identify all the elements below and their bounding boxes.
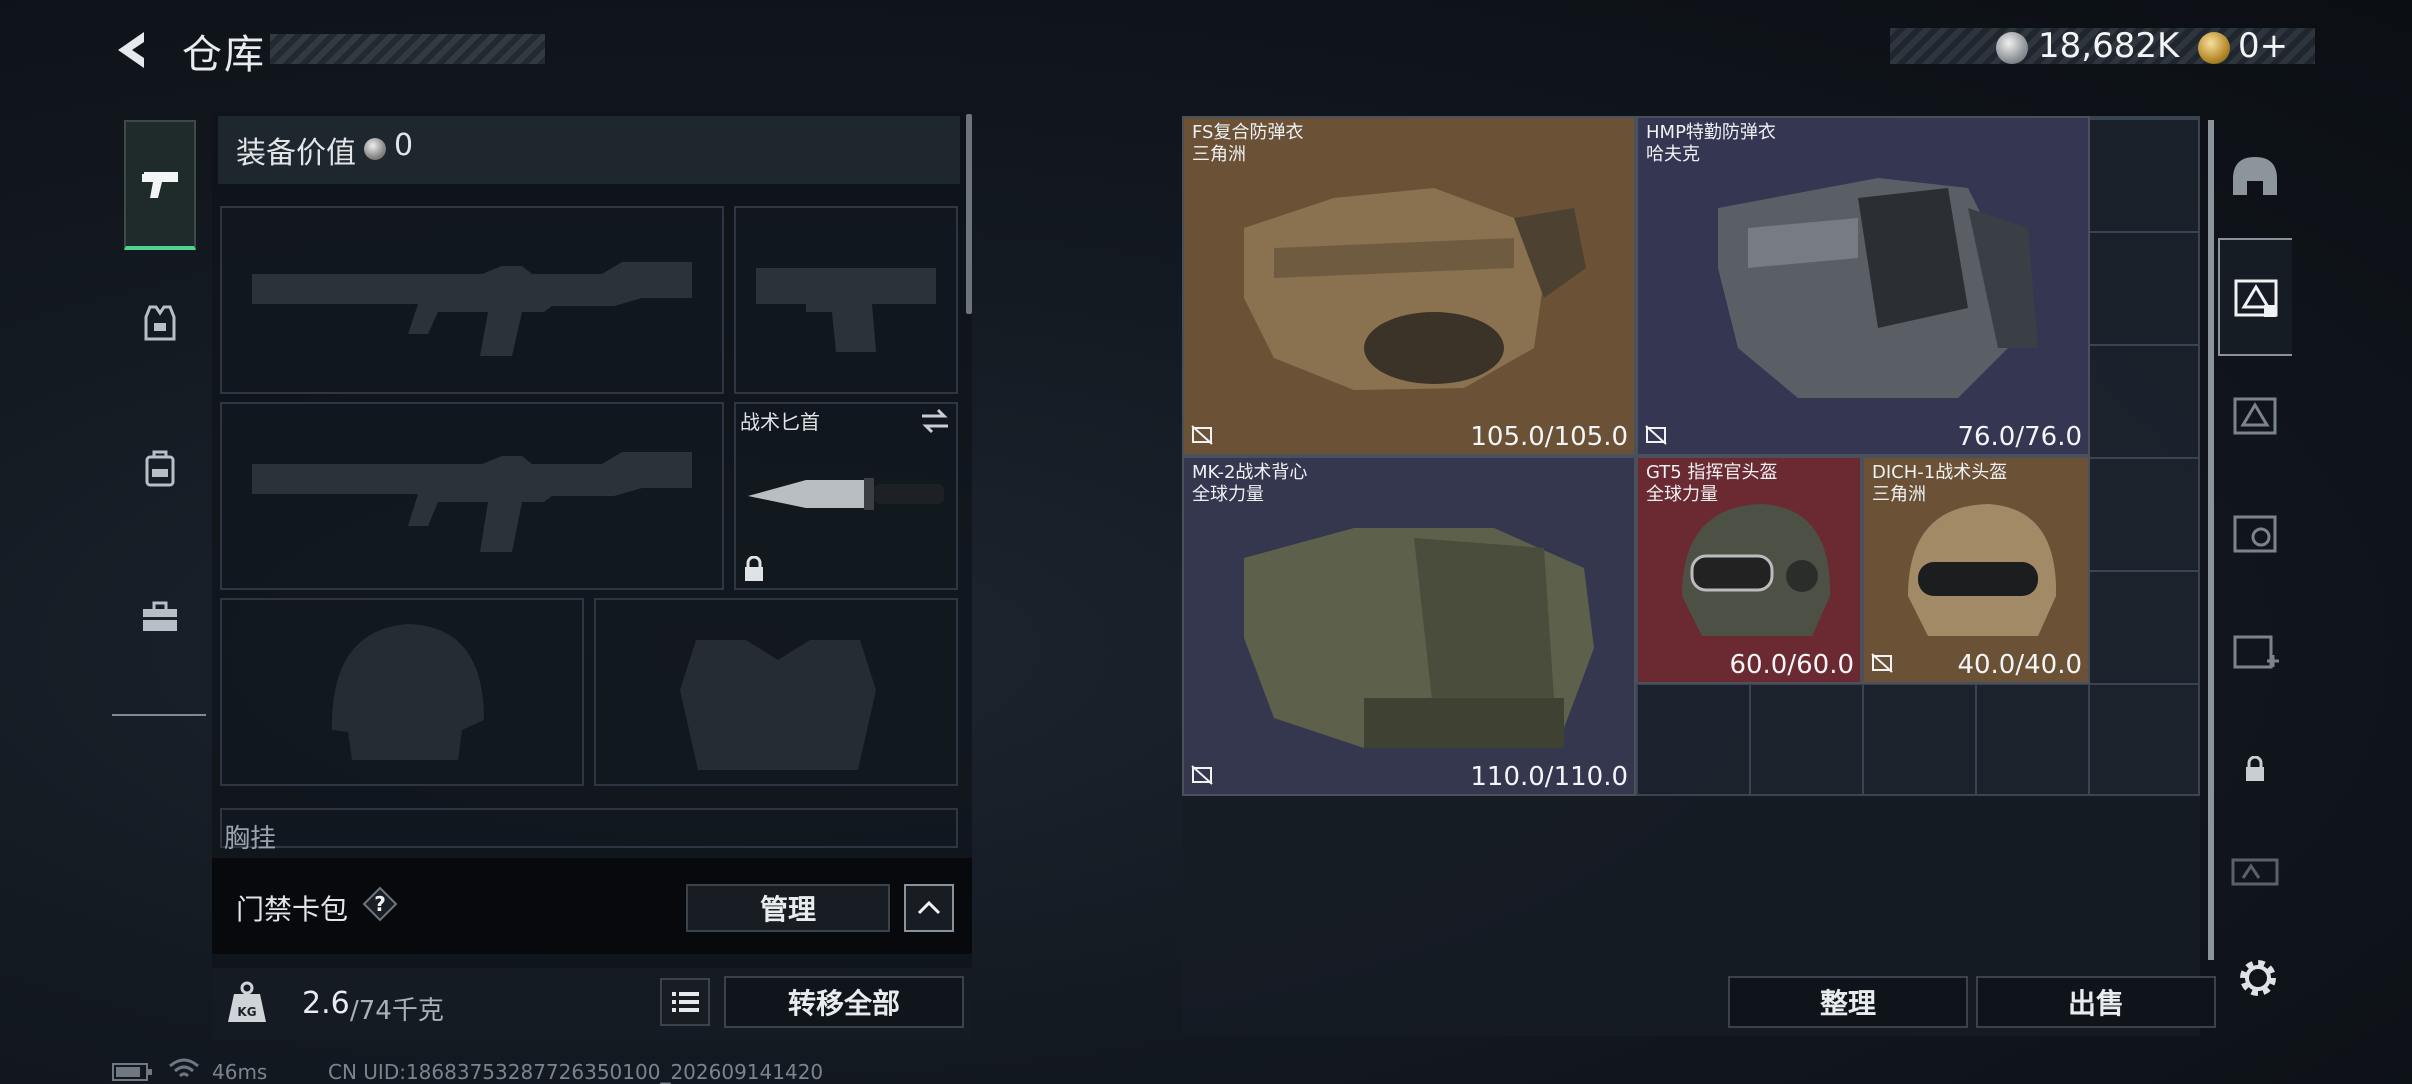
tab-stash-page-1[interactable] bbox=[2218, 238, 2292, 356]
lock-icon bbox=[2246, 756, 2264, 781]
title-decoration bbox=[270, 34, 545, 64]
tab-extension[interactable] bbox=[2218, 832, 2292, 912]
stash-item-hmp-vest[interactable]: HMP特勤防弹衣 哈夫克 76.0/76.0 bbox=[1636, 116, 2090, 456]
pistol-icon bbox=[142, 172, 178, 198]
no-insurance-icon bbox=[1871, 653, 1893, 673]
toolbox-icon bbox=[143, 601, 177, 631]
helmet-icon bbox=[2233, 157, 2277, 195]
tab-stash-page-2[interactable] bbox=[2218, 356, 2292, 474]
rifle-silhouette-icon bbox=[252, 262, 692, 356]
primary-weapon-slot-1[interactable] bbox=[220, 206, 724, 394]
transfer-all-button[interactable]: 转移全部 bbox=[724, 976, 964, 1028]
helmet-silhouette-icon bbox=[331, 624, 484, 760]
category-nav bbox=[112, 108, 206, 716]
weight-kg-icon: KG bbox=[228, 981, 266, 1022]
dich1-helmet-image bbox=[1908, 504, 2057, 636]
silver-coin-icon bbox=[364, 138, 386, 160]
lock-icon bbox=[745, 556, 763, 581]
silver-coin-icon bbox=[1996, 32, 2028, 64]
body-armor-slot[interactable] bbox=[594, 598, 958, 786]
item-durability: 40.0/40.0 bbox=[1957, 650, 2082, 680]
user-uid: CN UID:18683753287726350100_202609141420 bbox=[328, 1060, 824, 1084]
keycard-holder-label: 门禁卡包 bbox=[236, 893, 349, 926]
stash-item-mk2-vest[interactable]: MK-2战术背心 全球力量 110.0/110.0 bbox=[1182, 456, 1636, 796]
chest-rig-label: 胸挂 bbox=[224, 824, 277, 854]
expand-button[interactable] bbox=[904, 884, 954, 932]
extension-icon bbox=[2231, 858, 2279, 886]
equipment-value-label: 装备价值 bbox=[236, 136, 356, 171]
swap-icon[interactable] bbox=[920, 408, 950, 434]
item-name: DICH-1战术头盔 三角洲 bbox=[1872, 462, 2008, 505]
stash-scrollbar[interactable] bbox=[2208, 120, 2214, 960]
gt5-helmet-image bbox=[1682, 504, 1831, 636]
nav-backpack[interactable] bbox=[124, 404, 196, 534]
battery-icon bbox=[112, 1063, 152, 1081]
no-insurance-icon bbox=[1191, 425, 1213, 445]
weight-current: 2.6 bbox=[302, 986, 350, 1021]
no-insurance-icon bbox=[1191, 765, 1213, 785]
back-arrow-icon[interactable] bbox=[112, 28, 156, 72]
nav-armor[interactable] bbox=[124, 258, 196, 388]
help-icon[interactable]: ? bbox=[362, 886, 398, 922]
stash-page-2-icon bbox=[2233, 397, 2277, 435]
list-view-button[interactable] bbox=[660, 978, 710, 1026]
silver-currency-amount: 18,682K bbox=[2038, 26, 2180, 66]
no-insurance-icon bbox=[1645, 425, 1667, 445]
tab-helmet[interactable] bbox=[2218, 116, 2292, 234]
hmp-vest-image bbox=[1718, 178, 2038, 398]
equipment-value-amount: 0 bbox=[394, 128, 414, 163]
item-durability: 76.0/76.0 bbox=[1957, 422, 2082, 452]
helmet-slot[interactable] bbox=[220, 598, 584, 786]
manage-button[interactable]: 管理 bbox=[686, 884, 890, 932]
weight-kg-label: KG bbox=[237, 1005, 256, 1019]
knife-label: 战术匕首 bbox=[740, 410, 820, 434]
stash-page-4-icon bbox=[2233, 515, 2277, 553]
tidy-button[interactable]: 整理 bbox=[1728, 976, 1968, 1028]
mk2-vest-image bbox=[1244, 528, 1594, 748]
item-durability: 60.0/60.0 bbox=[1729, 650, 1854, 680]
stash-item-fs-vest[interactable]: FS复合防弹衣 三角洲 105.0/105.0 bbox=[1182, 116, 1636, 456]
item-name: HMP特勤防弹衣 哈夫克 bbox=[1646, 122, 1776, 165]
nav-toolkit[interactable] bbox=[124, 552, 196, 682]
list-icon bbox=[672, 992, 699, 1012]
gold-currency-amount[interactable]: 0+ bbox=[2238, 26, 2288, 66]
chevron-up-icon bbox=[917, 900, 941, 915]
stash-page-3-icon bbox=[2233, 635, 2279, 669]
tab-locked[interactable] bbox=[2218, 710, 2292, 828]
wifi-icon bbox=[169, 1058, 199, 1078]
primary-weapon-slot-2[interactable] bbox=[220, 402, 724, 590]
pistol-slot[interactable] bbox=[734, 206, 958, 394]
stash-page-1-icon bbox=[2234, 279, 2278, 317]
stash-page-tabs bbox=[2218, 116, 2292, 886]
item-durability: 110.0/110.0 bbox=[1470, 762, 1628, 792]
help-glyph: ? bbox=[374, 892, 386, 916]
ping-indicator: 46ms bbox=[212, 1060, 268, 1084]
item-name: FS复合防弹衣 三角洲 bbox=[1192, 122, 1304, 165]
item-name: GT5 指挥官头盔 全球力量 bbox=[1646, 462, 1778, 505]
chest-rig-slot[interactable] bbox=[220, 808, 958, 848]
tab-stash-page-4[interactable] bbox=[2218, 474, 2292, 592]
backpack-icon bbox=[145, 450, 175, 487]
stash-item-dich1-helmet[interactable]: DICH-1战术头盔 三角洲 40.0/40.0 bbox=[1862, 456, 2090, 684]
gold-coin-icon bbox=[2198, 32, 2230, 64]
vest-icon bbox=[144, 305, 176, 341]
vest-silhouette-icon bbox=[680, 640, 876, 770]
pistol-silhouette-icon bbox=[756, 268, 936, 352]
nav-weapons[interactable] bbox=[124, 120, 196, 250]
item-name: MK-2战术背心 全球力量 bbox=[1192, 462, 1308, 505]
sell-button[interactable]: 出售 bbox=[1976, 976, 2216, 1028]
weight-max: /74千克 bbox=[350, 996, 444, 1026]
rifle-silhouette-icon bbox=[252, 452, 692, 552]
stash-item-gt5-helmet[interactable]: GT5 指挥官头盔 全球力量 60.0/60.0 bbox=[1636, 456, 1862, 684]
page-title: 仓库 bbox=[182, 32, 266, 78]
tab-stash-page-3[interactable] bbox=[2218, 592, 2292, 710]
fs-vest-image bbox=[1244, 188, 1586, 390]
settings-gear-icon[interactable] bbox=[2236, 956, 2280, 1000]
loadout-scrollbar[interactable] bbox=[966, 114, 972, 314]
item-durability: 105.0/105.0 bbox=[1470, 422, 1628, 452]
